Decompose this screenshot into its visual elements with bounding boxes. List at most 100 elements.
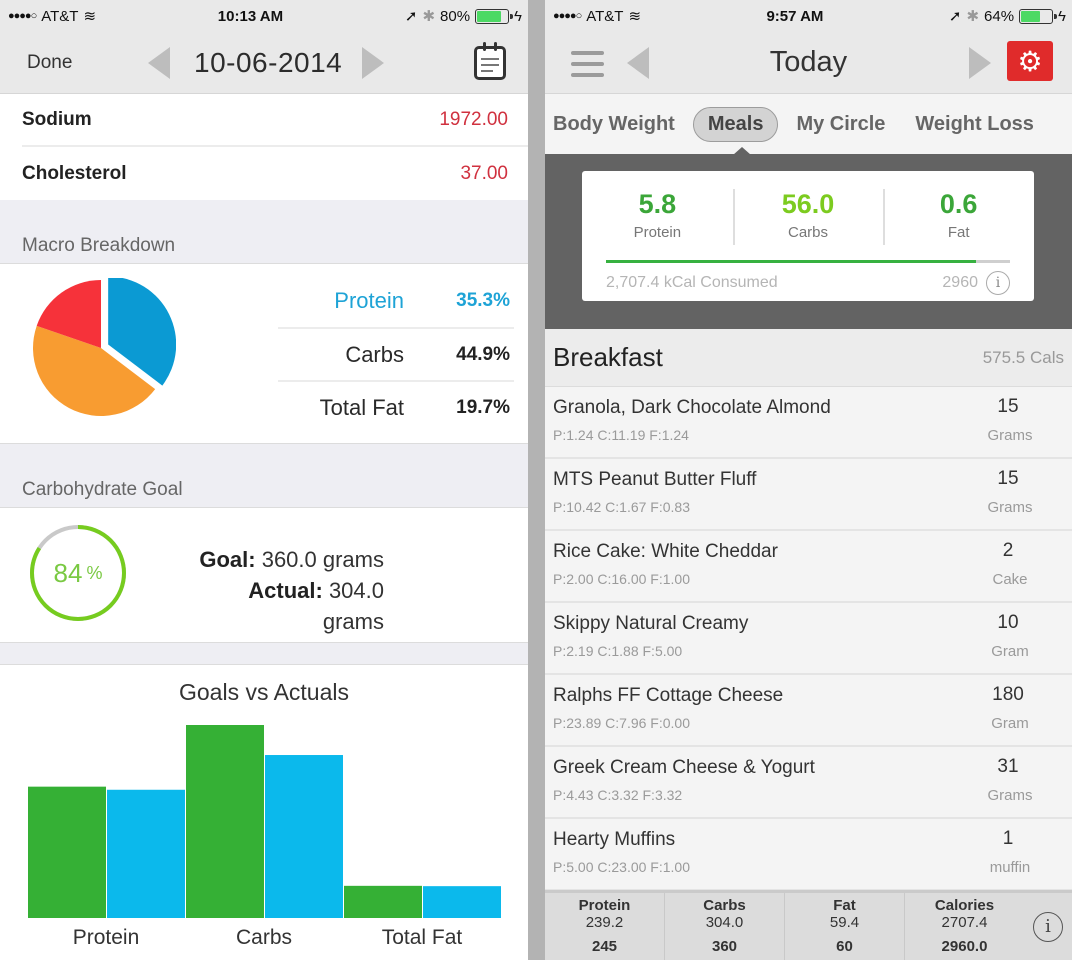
total-goal: 245 [591, 938, 618, 955]
food-item[interactable]: Hearty Muffins P:5.00 C:23.00 F:1.00 1 m… [545, 819, 1072, 891]
food-name: Hearty Muffins [553, 829, 676, 850]
menu-icon[interactable] [571, 51, 604, 84]
food-unit: Gram [991, 643, 1029, 660]
daily-summary-card[interactable]: 5.8 Protein 56.0 Carbs 0.6 Fat 2,707.4 k… [582, 171, 1034, 301]
food-unit: Gram [991, 715, 1029, 732]
food-item[interactable]: MTS Peanut Butter Fluff P:10.42 C:1.67 F… [545, 459, 1072, 531]
done-button[interactable]: Done [27, 52, 72, 74]
goals-vs-actuals-chart: Goals vs Actuals Protein Carbs Total Fat [0, 665, 528, 955]
food-list: Granola, Dark Chocolate Almond P:1.24 C:… [545, 387, 1072, 891]
settings-button[interactable]: ⚙ [1007, 41, 1053, 81]
info-icon[interactable]: i [986, 271, 1010, 295]
food-macros: P:4.43 C:3.32 F:3.32 [553, 787, 683, 803]
food-quantity: 2 [1002, 540, 1014, 561]
macro-row-total-fat[interactable]: Total Fat 19.7% [278, 380, 514, 433]
charging-icon: ϟ [514, 7, 522, 25]
percent-sign: % [86, 562, 103, 583]
battery-percent: 64% [984, 7, 1015, 25]
protein-label: Protein [633, 224, 682, 241]
macro-breakdown-header: Macro Breakdown [0, 200, 528, 264]
macro-name: Protein [334, 287, 404, 313]
previous-day-button[interactable] [627, 46, 649, 79]
macro-percent: 19.7% [456, 396, 510, 418]
battery-icon [1019, 8, 1058, 24]
macro-percent: 44.9% [456, 343, 510, 365]
meal-header-breakfast[interactable]: Breakfast 575.5 Cals [545, 329, 1072, 387]
nutrient-row-sodium: Sodium 1972.00 [22, 94, 528, 147]
goal-line: Goal: 360.0 grams [184, 544, 384, 575]
calories-consumed: 2,707.4 kCal Consumed [606, 274, 778, 291]
carbohydrate-goal-header: Carbohydrate Goal [0, 444, 528, 508]
tab-body-weight[interactable]: Body Weight [553, 107, 687, 142]
calendar-icon[interactable] [474, 42, 506, 80]
food-quantity: 180 [992, 684, 1024, 705]
bar-goal-protein [28, 786, 106, 918]
macro-row-carbs[interactable]: Carbs 44.9% [278, 327, 514, 380]
food-name: MTS Peanut Butter Fluff [553, 469, 757, 490]
daily-totals-bar: Protein 239.2 245 Carbs 304.0 360 Fat 59… [545, 890, 1072, 960]
tab-my-circle[interactable]: My Circle [784, 107, 897, 142]
food-item[interactable]: Rice Cake: White Cheddar P:2.00 C:16.00 … [545, 531, 1072, 603]
macro-breakdown: Protein 35.3% Carbs 44.9% Total Fat 19.7… [0, 264, 528, 444]
food-unit: Grams [987, 787, 1033, 804]
daily-summary-area: 5.8 Protein 56.0 Carbs 0.6 Fat 2,707.4 k… [545, 147, 1072, 329]
bar-goal-total-fat [344, 885, 422, 918]
clock: 10:13 AM [217, 7, 284, 25]
info-icon[interactable]: i [1033, 911, 1063, 942]
total-label: Carbs [703, 897, 746, 914]
bluetooth-icon: ✱ [422, 8, 436, 25]
total-actual: 2707.4 [941, 914, 988, 931]
food-macros: P:5.00 C:23.00 F:1.00 [553, 859, 690, 875]
location-icon: ➚ [948, 8, 962, 25]
charging-icon: ϟ [1058, 7, 1066, 25]
nutrient-label: Sodium [22, 108, 92, 130]
actual-label: Actual: [248, 578, 323, 603]
bar-actual-protein [107, 789, 185, 918]
tab-weight-loss[interactable]: Weight Loss [903, 107, 1046, 142]
food-item[interactable]: Greek Cream Cheese & Yogurt P:4.43 C:3.3… [545, 747, 1072, 819]
nutrient-label: Cholesterol [22, 162, 127, 184]
food-unit: Grams [987, 427, 1033, 444]
food-macros: P:23.89 C:7.96 F:0.00 [553, 715, 690, 731]
food-quantity: 31 [997, 756, 1019, 777]
x-tick-label: Protein [73, 926, 140, 949]
food-name: Skippy Natural Creamy [553, 613, 749, 634]
next-day-button[interactable] [362, 46, 384, 79]
food-item[interactable]: Granola, Dark Chocolate Almond P:1.24 C:… [545, 387, 1072, 459]
macro-name: Total Fat [319, 394, 404, 420]
carrier: AT&T [41, 7, 79, 25]
gear-icon: ⚙ [1017, 45, 1043, 77]
food-name: Ralphs FF Cottage Cheese [553, 685, 784, 706]
previous-day-button[interactable] [148, 46, 170, 79]
total-actual: 59.4 [829, 914, 860, 931]
tab-meals[interactable]: Meals [692, 106, 779, 142]
bar-goal-carbs [186, 725, 264, 918]
battery-percent: 80% [440, 7, 471, 25]
actual-value: 304.0 grams [322, 578, 384, 634]
bluetooth-icon: ✱ [966, 8, 980, 25]
meals-screen: ●●●●○ AT&T ≋ 9:57 AM ➚ ✱ 64% ϟ Today ⚙ B… [545, 0, 1072, 960]
wifi-icon: ≋ [628, 8, 642, 25]
total-goal: 60 [836, 938, 853, 955]
total-actual: 304.0 [705, 914, 744, 931]
total-calories: Calories 2707.4 2960.0 [905, 893, 1024, 960]
food-item[interactable]: Skippy Natural Creamy P:2.19 C:1.88 F:5.… [545, 603, 1072, 675]
food-item[interactable]: Ralphs FF Cottage Cheese P:23.89 C:7.96 … [545, 675, 1072, 747]
next-day-button[interactable] [969, 46, 991, 79]
macro-percent: 35.3% [456, 289, 510, 311]
macro-table: Protein 35.3% Carbs 44.9% Total Fat 19.7… [278, 274, 514, 433]
date-nav-bar: Done 10-06-2014 [0, 32, 528, 94]
macro-name: Carbs [345, 341, 404, 367]
section-spacer [0, 643, 528, 665]
day-nav-bar: Today ⚙ [545, 32, 1072, 94]
carb-percent-value: 84 [53, 557, 83, 588]
food-name: Granola, Dark Chocolate Almond [553, 397, 831, 418]
x-tick-label: Total Fat [382, 926, 463, 949]
status-bar: ●●●●○ AT&T ≋ 10:13 AM ➚ ✱ 80% ϟ [0, 0, 528, 32]
actual-line: Actual: 304.0 grams [184, 575, 384, 637]
summary-carbs: 56.0 Carbs [732, 171, 884, 259]
x-tick-label: Carbs [236, 926, 292, 949]
macro-row-protein[interactable]: Protein 35.3% [278, 274, 514, 327]
meal-name: Breakfast [553, 342, 663, 372]
total-goal: 2960.0 [941, 938, 988, 955]
